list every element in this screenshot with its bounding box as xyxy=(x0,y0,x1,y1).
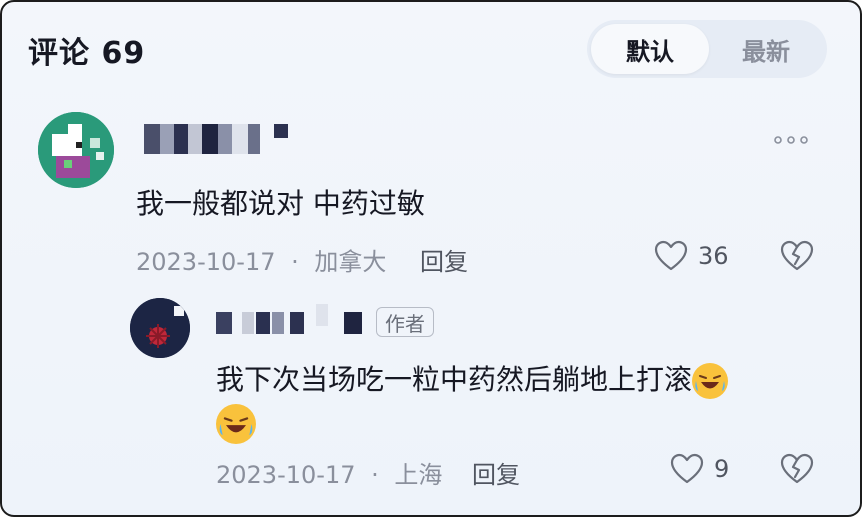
laughing-crying-emoji xyxy=(216,404,256,444)
comment-text-content: 我下次当场吃一粒中药然后躺地上打滚 xyxy=(216,363,693,396)
reply-button[interactable]: 回复 xyxy=(472,455,520,490)
broken-heart-icon[interactable] xyxy=(780,453,814,489)
sort-default-button[interactable]: 默认 xyxy=(591,24,709,74)
comment-text-line2 xyxy=(216,404,256,444)
comment-meta: 2023-10-17 · 上海 xyxy=(216,455,442,490)
comment-location: 加拿大 xyxy=(314,248,387,276)
heart-icon xyxy=(670,453,704,484)
author-badge: 作者 xyxy=(376,307,434,337)
like-count: 9 xyxy=(714,455,730,483)
reply-button[interactable]: 回复 xyxy=(420,242,468,277)
heart-icon xyxy=(654,240,688,271)
username-redacted[interactable] xyxy=(144,124,294,154)
like-count: 36 xyxy=(698,242,729,270)
more-icon[interactable] xyxy=(772,132,812,151)
sort-toggle: 默认 最新 xyxy=(587,20,827,78)
comment-text: 我下次当场吃一粒中药然后躺地上打滚 xyxy=(216,358,729,399)
comments-count-title: 评论 69 xyxy=(28,36,146,71)
comments-panel: 评论 69 默认 最新 我一般都说对 中药过敏 2023-10-17 · 加拿大… xyxy=(0,0,862,517)
sort-latest-button[interactable]: 最新 xyxy=(707,24,825,74)
comment-text: 我一般都说对 中药过敏 xyxy=(136,187,425,220)
avatar[interactable] xyxy=(38,112,114,188)
broken-heart-icon[interactable] xyxy=(780,240,814,276)
meta-separator: · xyxy=(291,248,299,276)
like-button[interactable]: 36 xyxy=(654,240,729,272)
comment-location: 上海 xyxy=(394,461,443,489)
avatar[interactable] xyxy=(130,298,190,358)
laughing-crying-emoji xyxy=(692,363,729,399)
comment-date: 2023-10-17 xyxy=(216,461,356,489)
comment-date: 2023-10-17 xyxy=(136,248,276,276)
meta-separator: · xyxy=(371,461,379,489)
username-redacted[interactable] xyxy=(216,304,366,334)
comment-meta: 2023-10-17 · 加拿大 xyxy=(136,242,386,277)
like-button[interactable]: 9 xyxy=(670,453,729,485)
